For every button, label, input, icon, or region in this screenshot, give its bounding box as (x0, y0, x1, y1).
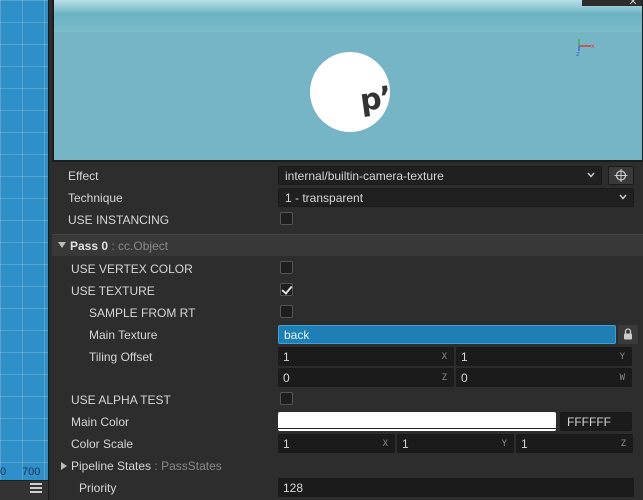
use-alpha-test-checkbox[interactable] (280, 392, 293, 405)
effect-row: Effect internal/builtin-camera-texture (52, 165, 643, 187)
use-instancing-row: USE INSTANCING (52, 209, 643, 231)
color-scale-z-value: 1 (521, 437, 528, 451)
color-scale-label: Color Scale (71, 437, 134, 451)
use-texture-label: USE TEXTURE (71, 284, 155, 298)
close-icon[interactable]: ✕ (626, 0, 640, 8)
target-icon (614, 169, 628, 182)
use-alpha-test-row: USE ALPHA TEST (52, 389, 643, 411)
color-scale-x-value: 1 (283, 437, 290, 451)
color-scale-y-field[interactable]: 1 Y (397, 434, 514, 453)
pipeline-states-text: Pipeline States (71, 459, 152, 473)
pass-type: : cc.Object (111, 239, 169, 253)
sphere-texture-text: pʼ (357, 80, 390, 119)
use-texture-checkbox[interactable] (280, 283, 293, 296)
material-preview[interactable]: ✕ z x pʼ (52, 0, 643, 162)
main-color-row: Main Color FFFFFF (52, 411, 643, 433)
axis-x-label: X (441, 352, 447, 362)
svg-text:x: x (591, 43, 595, 50)
tiling-offset-x-value: 1 (283, 350, 290, 364)
priority-row: Priority 128 (52, 477, 643, 499)
main-color-label: Main Color (71, 415, 130, 429)
pipeline-states-type: : PassStates (154, 459, 222, 473)
color-scale-x-field[interactable]: 1 X (278, 434, 395, 453)
sample-from-rt-label: SAMPLE FROM RT (89, 306, 196, 320)
axis-gizmo-icon: z x (576, 39, 595, 58)
axis-w-label: W (619, 373, 625, 383)
axis-y-label: Y (501, 439, 507, 449)
effect-value: internal/builtin-camera-texture (285, 169, 444, 183)
technique-label: Technique (68, 191, 123, 205)
lock-button[interactable] (618, 325, 638, 344)
main-texture-row: Main Texture back (52, 324, 643, 346)
use-alpha-test-label: USE ALPHA TEST (71, 393, 171, 407)
use-vertex-color-label: USE VERTEX COLOR (71, 262, 193, 276)
color-scale-y-value: 1 (402, 437, 409, 451)
pass-title: Pass 0 : cc.Object (70, 239, 168, 253)
axis-y-label: Y (619, 352, 625, 362)
tiling-offset-x-field[interactable]: 1 X (278, 347, 454, 366)
pipeline-states-label: Pipeline States : PassStates (71, 459, 222, 473)
axis-label-0: 0 (0, 466, 7, 478)
tiling-offset-label: Tiling Offset (89, 350, 153, 364)
preview-background (54, 0, 642, 32)
svg-text:z: z (576, 50, 580, 58)
tiling-offset-z-value: 0 (283, 371, 290, 385)
caret-right-icon (61, 462, 67, 470)
use-texture-row: USE TEXTURE (52, 280, 643, 302)
pass-title-text: Pass 0 (70, 239, 109, 253)
scene-view-strip[interactable]: 0 700 (0, 0, 48, 500)
chevron-down-icon (587, 172, 595, 178)
tiling-offset-row-2: 0 Z 0 W (52, 368, 643, 390)
main-color-hex-field[interactable]: FFFFFF (560, 412, 632, 431)
use-vertex-color-row: USE VERTEX COLOR (52, 258, 643, 280)
tiling-offset-y-field[interactable]: 1 Y (456, 347, 632, 366)
use-vertex-color-checkbox[interactable] (280, 261, 293, 274)
technique-row: Technique 1 - transparent (52, 187, 643, 209)
chevron-down-icon (619, 194, 627, 200)
preview-sphere: pʼ (310, 52, 390, 132)
use-instancing-checkbox[interactable] (280, 212, 293, 225)
axis-z-label: Z (441, 373, 447, 383)
effect-label: Effect (68, 169, 99, 183)
target-button[interactable] (608, 166, 634, 185)
property-list: Effect internal/builtin-camera-texture T… (52, 162, 643, 500)
technique-select[interactable]: 1 - transparent (278, 188, 634, 207)
main-texture-label: Main Texture (89, 328, 158, 342)
scene-grid (0, 0, 48, 500)
tiling-offset-w-value: 0 (461, 371, 468, 385)
menu-icon[interactable] (30, 483, 42, 493)
lock-icon (624, 328, 632, 340)
axis-z-label: Z (620, 439, 626, 449)
tiling-offset-z-field[interactable]: 0 Z (278, 368, 454, 387)
pipeline-states-row[interactable]: Pipeline States : PassStates (52, 455, 643, 477)
material-inspector: ✕ z x pʼ Effect internal/builtin-camera-… (48, 0, 643, 500)
pass-0-header[interactable]: Pass 0 : cc.Object (52, 234, 643, 256)
color-scale-z-field[interactable]: 1 Z (516, 434, 633, 453)
scene-axis-labels: 0 700 (0, 466, 48, 480)
main-texture-field[interactable]: back (278, 325, 616, 344)
color-scale-row: Color Scale 1 X 1 Y 1 Z (52, 433, 643, 455)
sample-from-rt-checkbox[interactable] (280, 305, 293, 318)
axis-x-label: X (382, 439, 388, 449)
use-instancing-label: USE INSTANCING (68, 213, 170, 227)
tiling-offset-w-field[interactable]: 0 W (456, 368, 632, 387)
technique-value: 1 - transparent (285, 191, 364, 205)
main-color-swatch[interactable] (278, 412, 556, 431)
priority-label: Priority (79, 481, 117, 495)
effect-select[interactable]: internal/builtin-camera-texture (278, 166, 602, 185)
tiling-offset-y-value: 1 (461, 350, 468, 364)
caret-down-icon (58, 242, 66, 248)
priority-field[interactable]: 128 (278, 478, 634, 497)
axis-label-700: 700 (22, 466, 41, 478)
sample-from-rt-row: SAMPLE FROM RT (52, 302, 643, 324)
tiling-offset-row: Tiling Offset 1 X 1 Y (52, 346, 643, 368)
